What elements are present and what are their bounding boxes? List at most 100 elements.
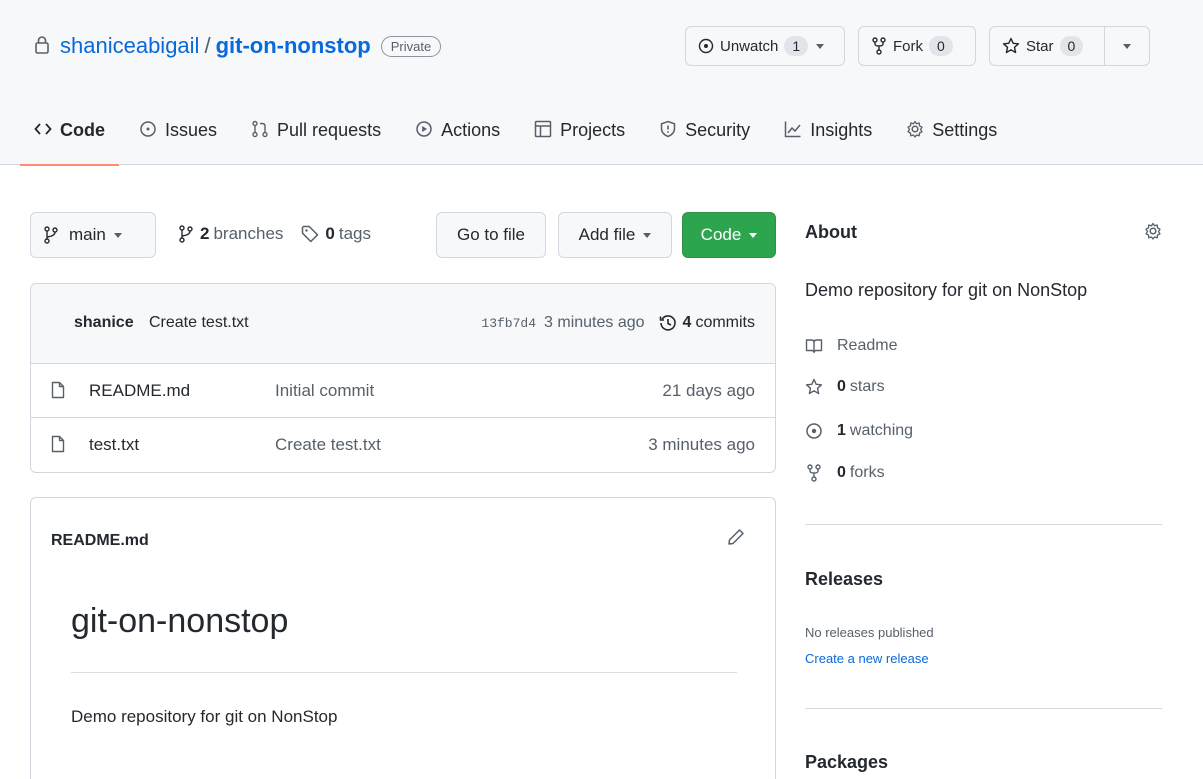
commit-time: 3 minutes ago bbox=[544, 314, 645, 331]
stars-count: 0 bbox=[837, 378, 846, 395]
branches-label: branches bbox=[213, 224, 284, 243]
star-button-group: Star 0 bbox=[989, 26, 1150, 66]
visibility-badge: Private bbox=[380, 35, 442, 57]
code-dropdown-button[interactable]: Code bbox=[682, 212, 776, 258]
commit-message[interactable]: Create test.txt bbox=[149, 314, 249, 332]
forks-link[interactable]: 0 forks bbox=[805, 464, 885, 482]
eye-icon bbox=[806, 423, 822, 439]
commits-history-link[interactable]: 4 commits bbox=[659, 314, 755, 332]
sidebar-divider bbox=[805, 524, 1162, 525]
fork-button-group: Fork 0 bbox=[858, 26, 976, 66]
readme-heading: git-on-nonstop bbox=[71, 602, 289, 640]
commit-sha[interactable]: 13fb7d4 bbox=[481, 316, 536, 331]
commit-meta: 13fb7d4 3 minutes ago 4 commits bbox=[481, 314, 755, 332]
gear-icon bbox=[907, 120, 923, 138]
readme-link[interactable]: Readme bbox=[805, 337, 897, 355]
tab-settings-label: Settings bbox=[932, 120, 998, 140]
issue-icon bbox=[140, 121, 156, 137]
releases-empty-text: No releases published bbox=[805, 625, 934, 640]
branch-icon bbox=[178, 225, 194, 243]
chevron-down-icon bbox=[643, 232, 652, 238]
fork-label: Fork bbox=[893, 37, 923, 55]
fork-counter: 0 bbox=[929, 36, 953, 56]
tab-projects[interactable]: Projects bbox=[534, 112, 625, 165]
unwatch-label: Unwatch bbox=[720, 37, 779, 55]
releases-title[interactable]: Releases bbox=[805, 569, 883, 590]
repo-tabs: Code Issues Pull requests Actions Projec… bbox=[20, 112, 1031, 166]
star-label: Star bbox=[1026, 37, 1054, 55]
branch-tag-counts: 2 branches 0 tags bbox=[178, 224, 371, 244]
tab-security[interactable]: Security bbox=[659, 112, 750, 165]
branch-name: main bbox=[69, 225, 106, 244]
tab-pull-requests[interactable]: Pull requests bbox=[251, 112, 381, 165]
chevron-down-icon bbox=[113, 232, 122, 238]
book-icon bbox=[805, 339, 823, 354]
file-commit-message[interactable]: Create test.txt bbox=[275, 435, 381, 455]
commit-author[interactable]: shanice bbox=[74, 314, 134, 332]
tab-insights[interactable]: Insights bbox=[784, 112, 872, 165]
commits-count: 4 bbox=[682, 314, 692, 331]
add-file-button[interactable]: Add file bbox=[558, 212, 672, 258]
file-commit-message[interactable]: Initial commit bbox=[275, 381, 374, 401]
file-row[interactable]: README.md Initial commit 21 days ago bbox=[31, 364, 775, 418]
file-name-link[interactable]: README.md bbox=[89, 381, 190, 401]
chevron-down-icon bbox=[1123, 43, 1131, 49]
tab-code-label: Code bbox=[60, 120, 105, 140]
watch-counter: 1 bbox=[784, 36, 809, 56]
code-button-label: Code bbox=[700, 225, 742, 244]
packages-title[interactable]: Packages bbox=[805, 752, 888, 773]
shield-icon bbox=[660, 120, 676, 138]
branch-icon bbox=[43, 226, 59, 244]
readme-body: Demo repository for git on NonStop bbox=[71, 707, 338, 726]
code-icon bbox=[34, 123, 52, 135]
chevron-down-icon bbox=[749, 232, 758, 238]
create-release-link[interactable]: Create a new release bbox=[805, 651, 929, 666]
tags-count: 0 bbox=[325, 224, 335, 243]
repo-owner-link[interactable]: shaniceabigail bbox=[60, 33, 199, 59]
file-list: shanice Create test.txt 13fb7d4 3 minute… bbox=[30, 283, 776, 473]
stars-link[interactable]: 0 stars bbox=[805, 378, 885, 396]
file-commit-date: 21 days ago bbox=[662, 381, 755, 400]
add-file-label: Add file bbox=[578, 225, 636, 244]
stars-label: stars bbox=[849, 378, 885, 395]
tab-actions-label: Actions bbox=[441, 120, 501, 140]
repo-name-link[interactable]: git-on-nonstop bbox=[216, 33, 371, 59]
star-list-dropdown[interactable] bbox=[1105, 26, 1150, 66]
forks-count: 0 bbox=[837, 464, 846, 481]
play-icon bbox=[416, 121, 432, 137]
branch-select-button[interactable]: main bbox=[30, 212, 156, 258]
file-icon bbox=[51, 381, 65, 404]
gear-icon[interactable] bbox=[1144, 222, 1162, 245]
eye-icon bbox=[698, 38, 714, 54]
commits-label: commits bbox=[695, 314, 755, 331]
watching-count: 1 bbox=[837, 422, 846, 439]
tab-code[interactable]: Code bbox=[20, 112, 119, 166]
file-row[interactable]: test.txt Create test.txt 3 minutes ago bbox=[31, 418, 775, 472]
fork-icon bbox=[807, 464, 821, 482]
tab-issues[interactable]: Issues bbox=[139, 112, 217, 165]
file-icon bbox=[51, 435, 65, 458]
fork-button[interactable]: Fork 0 bbox=[858, 26, 976, 66]
repo-path-separator: / bbox=[204, 33, 211, 58]
watching-link[interactable]: 1 watching bbox=[805, 422, 913, 440]
star-button[interactable]: Star 0 bbox=[989, 26, 1105, 66]
branches-link[interactable]: 2 branches bbox=[178, 224, 283, 244]
tags-link[interactable]: 0 tags bbox=[301, 224, 371, 244]
pencil-icon[interactable] bbox=[727, 528, 745, 551]
tab-projects-label: Projects bbox=[560, 120, 626, 140]
file-commit-date: 3 minutes ago bbox=[648, 435, 755, 454]
readme-link-label: Readme bbox=[837, 337, 898, 354]
go-to-file-button[interactable]: Go to file bbox=[436, 212, 546, 258]
tab-actions[interactable]: Actions bbox=[415, 112, 500, 165]
star-icon bbox=[805, 378, 823, 395]
lock-icon bbox=[34, 35, 50, 57]
tab-insights-label: Insights bbox=[810, 120, 873, 140]
tab-settings[interactable]: Settings bbox=[906, 112, 997, 165]
tab-issues-label: Issues bbox=[165, 120, 218, 140]
watching-label: watching bbox=[849, 422, 914, 439]
watch-button-group: Unwatch 1 bbox=[685, 26, 845, 66]
file-name-link[interactable]: test.txt bbox=[89, 435, 139, 455]
unwatch-button[interactable]: Unwatch 1 bbox=[685, 26, 845, 66]
tab-security-label: Security bbox=[685, 120, 751, 140]
readme-filename: README.md bbox=[51, 532, 149, 549]
